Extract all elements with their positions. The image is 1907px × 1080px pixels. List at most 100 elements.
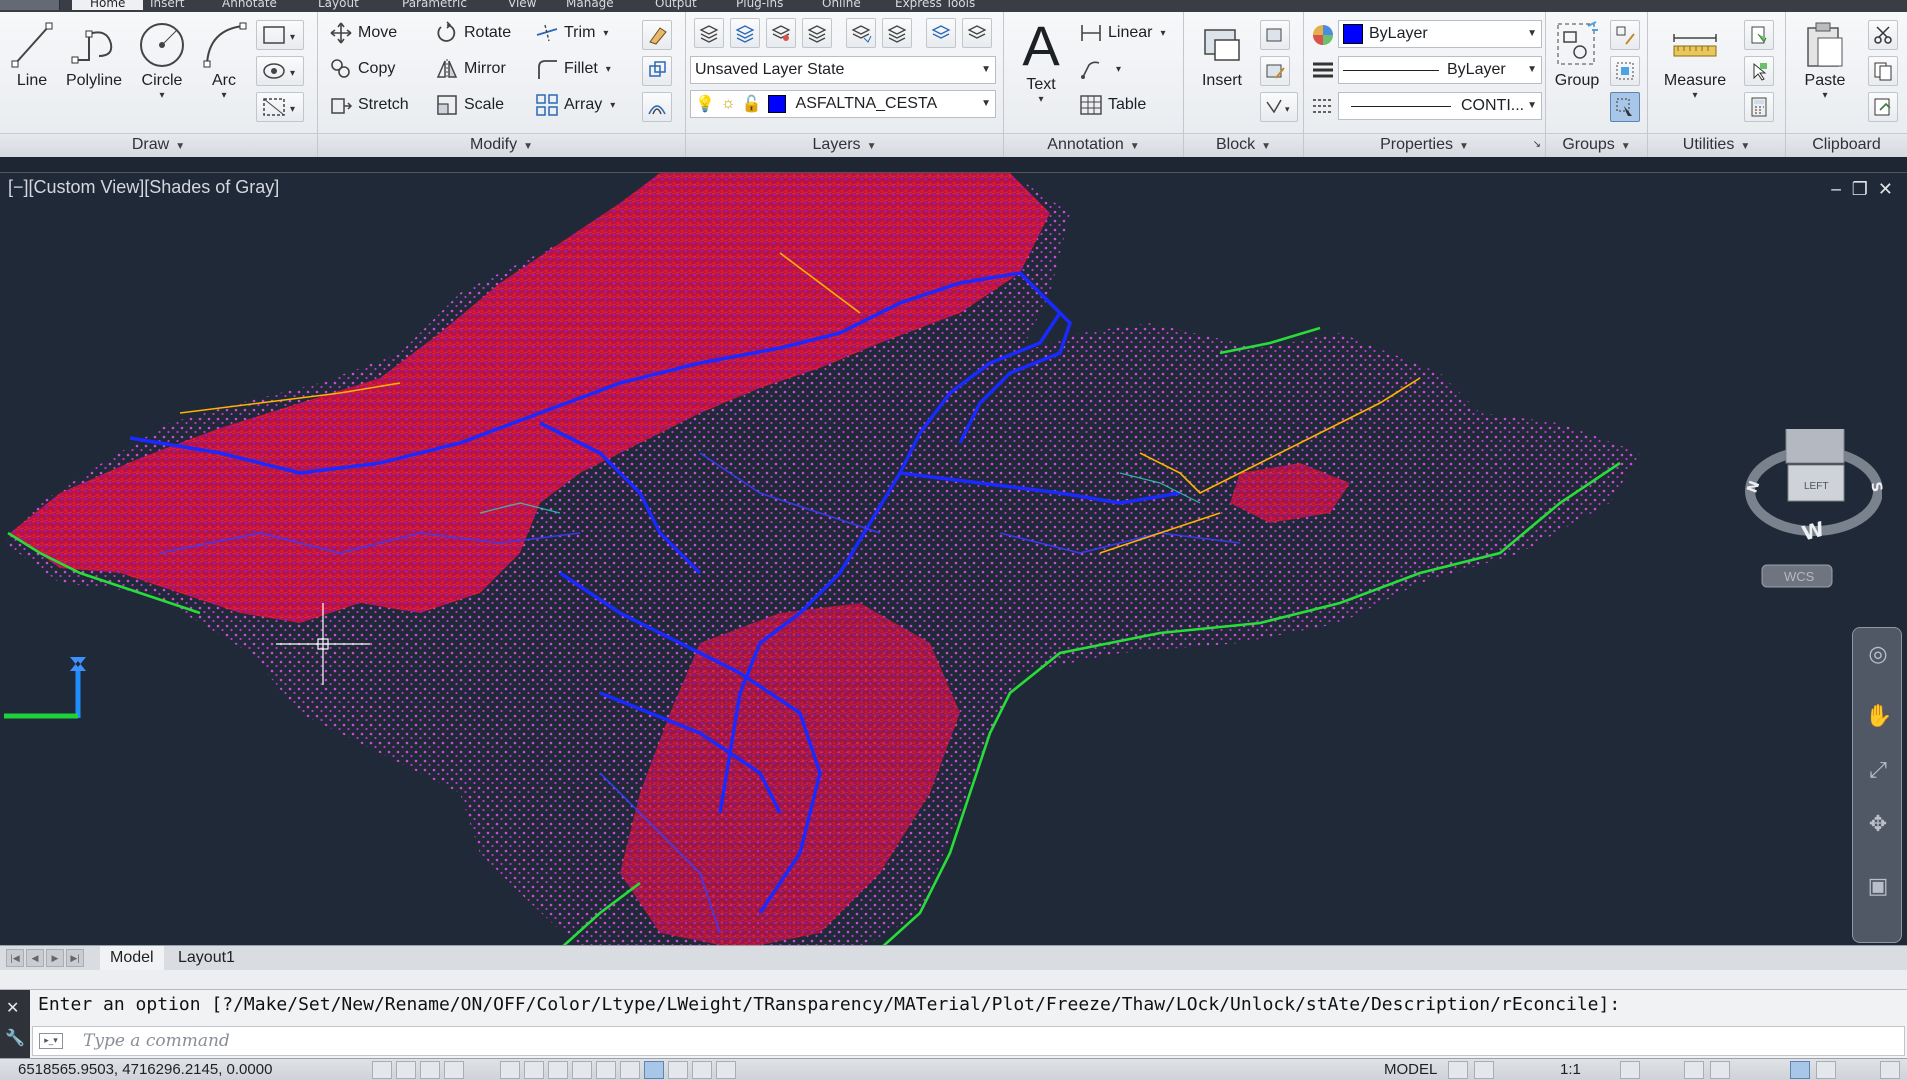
properties-panel-title[interactable]: Properties ▼ ↘ — [1304, 133, 1545, 157]
tab-express-tools[interactable]: Express Tools — [895, 0, 975, 10]
lightbulb-icon[interactable]: 💡 — [695, 94, 715, 114]
draw-panel-title[interactable]: Draw ▼ — [0, 133, 317, 157]
cut-button[interactable] — [1868, 20, 1898, 50]
paste-dropdown-icon[interactable]: ▾ — [1792, 90, 1858, 101]
grid-display-toggle[interactable] — [420, 1061, 440, 1079]
linear-dimension-button[interactable]: Linear ▾ — [1078, 18, 1166, 48]
edit-block-button[interactable] — [1260, 56, 1290, 86]
showmotion-icon[interactable]: ▣ — [1865, 874, 1891, 900]
layer-properties-button[interactable] — [694, 18, 724, 48]
object-snap-toggle[interactable] — [524, 1061, 544, 1079]
transparency-toggle[interactable] — [668, 1061, 688, 1079]
layer-tool-5-button[interactable] — [846, 18, 876, 48]
match-properties-button[interactable] — [1308, 20, 1338, 50]
color-dropdown[interactable]: ByLayer ▼ — [1338, 20, 1542, 48]
next-tab-icon[interactable]: ▶ — [46, 949, 64, 967]
group-button[interactable]: Group — [1550, 20, 1604, 90]
tab-layout1[interactable]: Layout1 — [168, 946, 245, 970]
command-line-grip[interactable] — [0, 970, 1907, 990]
tab-online[interactable]: Online — [822, 0, 861, 10]
viewcube[interactable]: LEFT N S W WCS — [1742, 418, 1885, 589]
dynamic-ucs-toggle[interactable] — [596, 1061, 616, 1079]
previous-tab-icon[interactable]: ◀ — [26, 949, 44, 967]
move-button[interactable]: Move — [328, 18, 397, 48]
layer-tool-6-button[interactable] — [882, 18, 912, 48]
trim-dropdown-icon[interactable]: ▾ — [603, 28, 608, 39]
snap-mode-toggle[interactable] — [396, 1061, 416, 1079]
layer-tool-3-button[interactable] — [766, 18, 796, 48]
utilities-panel-title[interactable]: Utilities ▼ — [1648, 133, 1785, 157]
quick-properties-toggle[interactable] — [692, 1061, 712, 1079]
quick-view-drawings-button[interactable] — [1474, 1061, 1494, 1079]
3d-object-snap-toggle[interactable] — [548, 1061, 568, 1079]
array-dropdown-icon[interactable]: ▾ — [610, 100, 615, 111]
layers-panel-title[interactable]: Layers ▼ — [686, 133, 1003, 157]
fillet-button[interactable]: Fillet ▾ — [534, 54, 611, 84]
copy-button[interactable]: Copy — [328, 54, 395, 84]
stretch-button[interactable]: Stretch — [328, 90, 409, 120]
ortho-mode-toggle[interactable] — [444, 1061, 464, 1079]
measure-dropdown-icon[interactable]: ▾ — [1658, 90, 1732, 101]
viewcube-face-label[interactable]: LEFT — [1804, 481, 1828, 492]
minimize-icon[interactable]: ‒ — [1830, 179, 1841, 200]
dynamic-input-toggle[interactable] — [620, 1061, 640, 1079]
line-button[interactable]: Line — [8, 20, 56, 90]
measure-button[interactable]: Measure ▾ — [1658, 20, 1732, 101]
tab-layout[interactable]: Layout — [318, 0, 359, 10]
circle-button[interactable]: Circle ▾ — [134, 20, 190, 101]
unlock-icon[interactable]: 🔓 — [742, 94, 762, 114]
arc-dropdown-icon[interactable]: ▾ — [198, 90, 250, 101]
layer-tool-7-button[interactable] — [926, 18, 956, 48]
steering-wheel-icon[interactable]: ◎ — [1865, 642, 1891, 668]
insert-button[interactable]: Insert — [1192, 20, 1252, 90]
close-icon[interactable]: ✕ — [6, 998, 19, 1017]
clipboard-panel-title[interactable]: Clipboard — [1786, 133, 1907, 157]
modify-panel-title[interactable]: Modify ▼ — [318, 133, 685, 157]
quick-select-button[interactable] — [1744, 20, 1774, 50]
scale-button[interactable]: Scale — [434, 90, 504, 120]
polar-tracking-toggle[interactable] — [500, 1061, 520, 1079]
restore-icon[interactable]: ❐ — [1852, 179, 1868, 200]
panel-launcher-icon[interactable]: ↘ — [1533, 134, 1541, 156]
first-tab-icon[interactable]: |◀ — [6, 949, 24, 967]
lock-ui-button[interactable] — [1710, 1061, 1730, 1079]
tab-manage[interactable]: Manage — [566, 0, 614, 10]
lineweight-dropdown[interactable]: ByLayer ▼ — [1338, 56, 1542, 84]
layer-tool-4-button[interactable] — [802, 18, 832, 48]
command-prompt-icon[interactable]: ▸_▾ — [39, 1033, 63, 1049]
lineweight-toggle[interactable] — [644, 1061, 664, 1079]
rotate-button[interactable]: Rotate — [434, 18, 511, 48]
workspace-switching-button[interactable] — [1684, 1061, 1704, 1079]
leader-button[interactable]: ▾ — [1078, 54, 1121, 84]
tab-insert[interactable]: Insert — [150, 0, 184, 10]
tab-model[interactable]: Model — [100, 946, 164, 970]
calculator-button[interactable] — [1744, 92, 1774, 122]
infer-constraints-toggle[interactable] — [372, 1061, 392, 1079]
explode-button[interactable] — [642, 56, 672, 86]
copy-base-button[interactable] — [1868, 92, 1898, 122]
annotation-scale[interactable]: 1:1 — [1560, 1061, 1581, 1078]
viewport-controls-label[interactable]: [−][Custom View][Shades of Gray] — [8, 177, 279, 198]
select-all-button[interactable] — [1744, 56, 1774, 86]
block-panel-title[interactable]: Block ▼ — [1184, 133, 1303, 157]
polyline-button[interactable]: Polyline — [62, 20, 126, 90]
model-space-indicator[interactable]: MODEL — [1384, 1061, 1437, 1078]
close-icon[interactable]: ✕ — [1878, 179, 1893, 200]
ungroup-button[interactable] — [1610, 20, 1640, 50]
layer-tool-2-button[interactable] — [730, 18, 760, 48]
current-layer-dropdown[interactable]: 💡 ☼ 🔓 ASFALTNA_CESTA ▼ — [690, 90, 996, 118]
annotation-panel-title[interactable]: Annotation ▼ — [1004, 133, 1183, 157]
fillet-dropdown-icon[interactable]: ▾ — [606, 64, 611, 75]
drawing-canvas[interactable] — [0, 173, 1907, 948]
last-tab-icon[interactable]: ▶| — [66, 949, 84, 967]
copy-clip-button[interactable] — [1868, 56, 1898, 86]
layer-tool-8-button[interactable] — [962, 18, 992, 48]
trim-button[interactable]: Trim ▾ — [534, 18, 608, 48]
erase-button[interactable] — [642, 20, 672, 50]
tab-home[interactable]: Home — [72, 0, 144, 10]
clean-screen-button[interactable] — [1880, 1061, 1900, 1079]
group-selection-toggle[interactable] — [1610, 92, 1640, 122]
wcs-menu[interactable]: WCS — [1784, 569, 1814, 584]
block-attributes-button[interactable]: ▾ — [1260, 92, 1298, 122]
tab-plugins[interactable]: Plug-ins — [736, 0, 783, 10]
